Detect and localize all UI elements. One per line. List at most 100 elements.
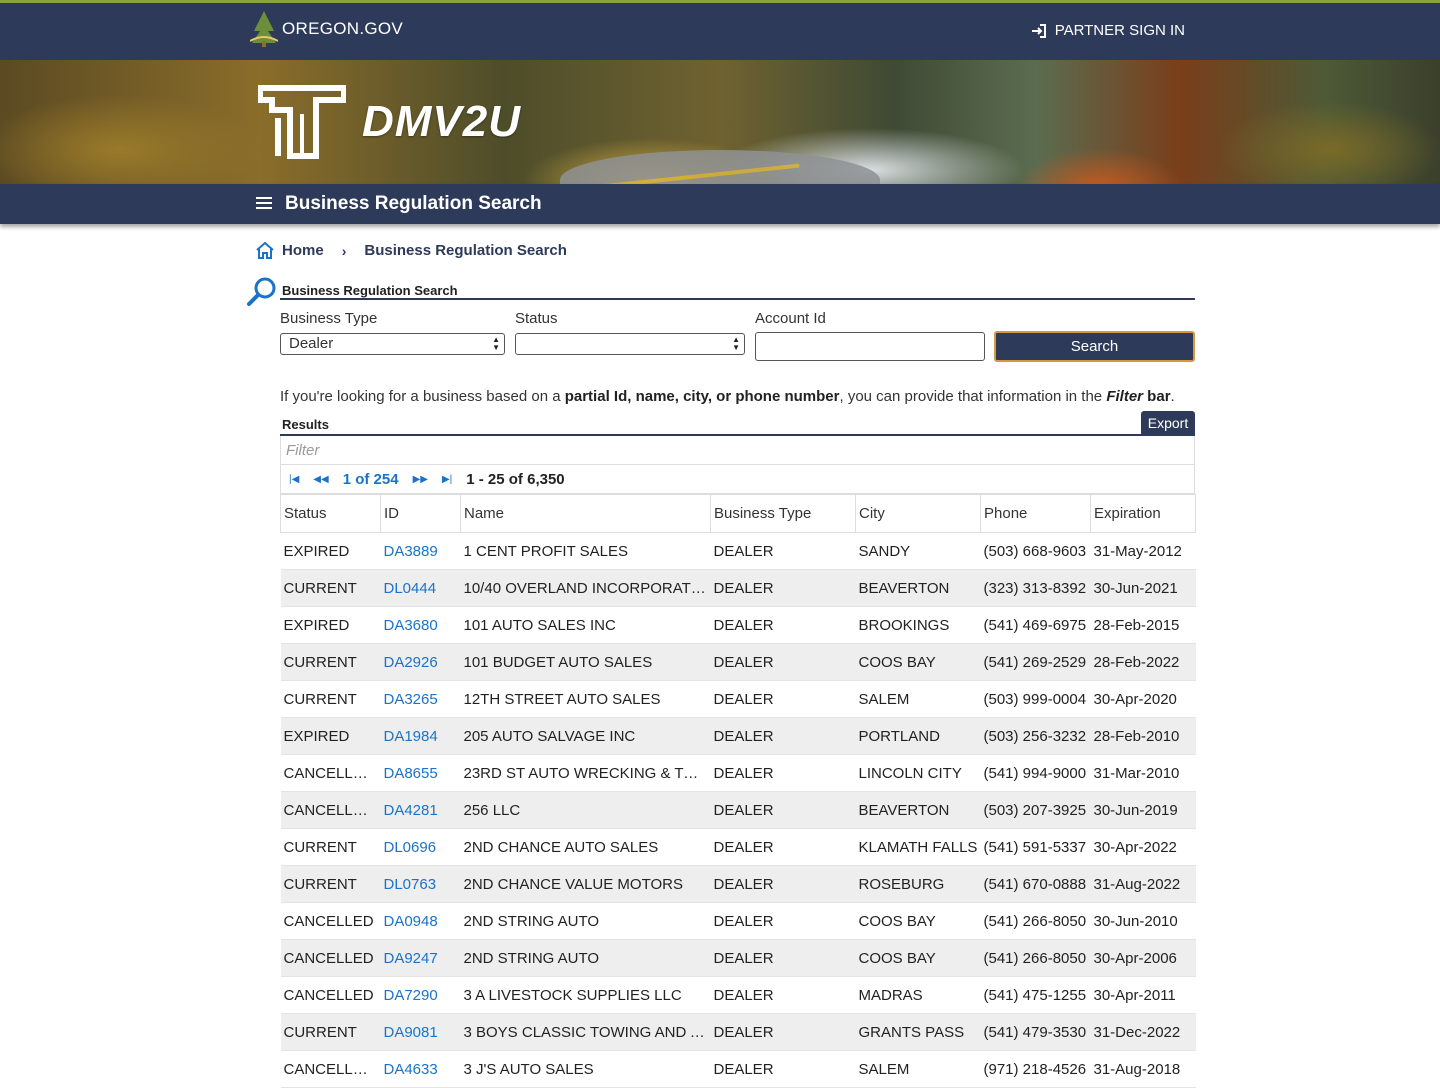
cell-id[interactable]: DA0948	[380, 902, 461, 940]
cell-status: CANCELLED	[280, 902, 381, 940]
cell-phone: (503) 256-3232	[980, 717, 1091, 755]
cell-id[interactable]: DA4281	[380, 791, 461, 829]
search-section-title: Business Regulation Search	[282, 283, 458, 298]
cell-status: CANCELLED-VOLUNTARY	[280, 754, 381, 792]
cell-id[interactable]: DA3265	[380, 680, 461, 718]
cell-expiration: 31-Mar-2010	[1090, 754, 1196, 792]
table-row[interactable]: CANCELLED-VOLUNTARYDA865523RD ST AUTO WR…	[280, 754, 1196, 792]
table-row[interactable]: CURRENT DL0696 2ND CHANCE AUTO SALES DEALER…	[280, 828, 1196, 866]
home-icon[interactable]	[256, 242, 274, 259]
table-row[interactable]: EXPIRED DA3889 1 CENT PROFIT SALES DEALER SA…	[280, 532, 1196, 570]
table-row[interactable]: CANCELLED-VOLUNTARYDA46333 J'S AUTO SALE…	[280, 1050, 1196, 1088]
column-header-city[interactable]: City	[855, 494, 981, 533]
cell-city: COOS BAY	[855, 939, 981, 977]
cell-business-type: DEALER	[710, 902, 856, 940]
banner-road-image	[560, 150, 880, 184]
page-position[interactable]: 1 of 254	[343, 471, 399, 488]
cell-business-type: DEALER	[710, 1013, 856, 1051]
cell-phone: (541) 269-2529	[980, 643, 1091, 681]
cell-id[interactable]: DL0696	[380, 828, 461, 866]
cell-expiration: 30-Apr-2006	[1090, 939, 1196, 977]
table-row[interactable]: CANCELLED DA7290 3 A LIVESTOCK SUPPLIES LL…	[280, 976, 1196, 1014]
app-title: DMV2U	[362, 97, 522, 146]
dmv2u-logo[interactable]: DMV2U	[258, 84, 521, 160]
cell-status: CURRENT	[280, 680, 381, 718]
cell-city: LINCOLN CITY	[855, 754, 981, 792]
previous-page-icon[interactable]: ◀◀	[313, 474, 328, 485]
table-row[interactable]: CURRENT DA2926 101 BUDGET AUTO SALES DEALER…	[280, 643, 1196, 681]
cell-phone: (541) 591-5337	[980, 828, 1091, 866]
cell-id[interactable]: DA9081	[380, 1013, 461, 1051]
sign-in-label: PARTNER SIGN IN	[1054, 22, 1185, 39]
cell-expiration: 31-Aug-2018	[1090, 1050, 1196, 1088]
cell-id[interactable]: DA9247	[380, 939, 461, 977]
cell-expiration: 31-May-2012	[1090, 532, 1196, 570]
partner-sign-in-link[interactable]: PARTNER SIGN IN	[1031, 22, 1185, 39]
column-header-business-type[interactable]: Business Type	[710, 494, 856, 533]
column-header-phone[interactable]: Phone	[980, 494, 1091, 533]
column-header-id[interactable]: ID	[380, 494, 461, 533]
cell-expiration: 30-Apr-2011	[1090, 976, 1196, 1014]
cell-id[interactable]: DA4633	[380, 1050, 461, 1088]
cell-id[interactable]: DA7290	[380, 976, 461, 1014]
cell-phone: (971) 218-4526	[980, 1050, 1091, 1088]
cell-id[interactable]: DA1984	[380, 717, 461, 755]
account-id-input[interactable]	[755, 332, 985, 361]
cell-phone: (503) 999-0004	[980, 680, 1091, 718]
column-header-name[interactable]: Name	[460, 494, 711, 533]
status-select[interactable]: ▲ ▼	[515, 333, 745, 355]
table-row[interactable]: CANCELLED DA9247 2ND STRING AUTO DEALER COOS…	[280, 939, 1196, 977]
export-button[interactable]: Export	[1141, 411, 1195, 435]
cell-id[interactable]: DA2926	[380, 643, 461, 681]
cell-city: KLAMATH FALLS	[855, 828, 981, 866]
chevron-right-icon: ›	[341, 242, 347, 259]
table-row[interactable]: EXPIRED DA3680 101 AUTO SALES INC DEALER BRO…	[280, 606, 1196, 644]
filter-input[interactable]: Filter	[280, 436, 1195, 465]
hint-filter-word: Filter	[1106, 388, 1144, 405]
search-button[interactable]: Search	[994, 331, 1195, 362]
cell-phone: (541) 670-0888	[980, 865, 1091, 903]
business-type-select[interactable]: Dealer ▲ ▼	[280, 333, 505, 355]
cell-city: BROOKINGS	[855, 606, 981, 644]
oregon-gov-logo[interactable]: OREGON.GOV	[250, 11, 403, 47]
cell-status: CURRENT	[280, 569, 381, 607]
first-page-icon[interactable]: |◀	[289, 474, 299, 485]
table-row[interactable]: CANCELLED-VOLUNTARYDA4281256 LLCDEALERBE…	[280, 791, 1196, 829]
table-row[interactable]: CURRENT DA3265 12TH STREET AUTO SALES DEALE…	[280, 680, 1196, 718]
cell-business-type: DEALER	[710, 865, 856, 903]
table-header-row: Status ID Name Business Type City Phone …	[280, 494, 1196, 533]
cell-business-type: DEALER	[710, 828, 856, 866]
cell-status: CANCELLED	[280, 976, 381, 1014]
next-page-icon[interactable]: ▶▶	[413, 474, 428, 485]
cell-phone: (323) 313-8392	[980, 569, 1091, 607]
cell-status: CANCELLED-VOLUNTARY	[280, 791, 381, 829]
breadcrumb-home[interactable]: Home	[282, 242, 324, 259]
table-row[interactable]: CURRENT DL0763 2ND CHANCE VALUE MOTORS DEAL…	[280, 865, 1196, 903]
cell-id[interactable]: DA3680	[380, 606, 461, 644]
results-table-body: EXPIRED DA3889 1 CENT PROFIT SALES DEALER SA…	[280, 532, 1196, 1088]
status-label: Status	[515, 310, 558, 327]
table-row[interactable]: CURRENT DL0444 10/40 OVERLAND INCORPORATED…	[280, 569, 1196, 607]
cell-phone: (503) 207-3925	[980, 791, 1091, 829]
hint-prefix: If you're looking for a business based o…	[280, 388, 565, 405]
cell-id[interactable]: DA3889	[380, 532, 461, 570]
brand-name: OREGON.GOV	[282, 19, 404, 38]
cell-name: 12TH STREET AUTO SALES	[460, 680, 711, 718]
cell-business-type: DEALER	[710, 754, 856, 792]
column-header-expiration[interactable]: Expiration	[1090, 494, 1196, 533]
table-row[interactable]: EXPIRED DA1984 205 AUTO SALVAGE INC DEALER P…	[280, 717, 1196, 755]
results-table: Status ID Name Business Type City Phone …	[280, 494, 1196, 1088]
cell-id[interactable]: DL0763	[380, 865, 461, 903]
last-page-icon[interactable]: ▶|	[442, 474, 452, 485]
cell-phone: (541) 469-6975	[980, 606, 1091, 644]
cell-id[interactable]: DL0444	[380, 569, 461, 607]
cell-phone: (541) 479-3530	[980, 1013, 1091, 1051]
cell-id[interactable]: DA8655	[380, 754, 461, 792]
cell-business-type: DEALER	[710, 1050, 856, 1088]
sign-in-icon	[1031, 23, 1046, 38]
table-row[interactable]: CANCELLED DA0948 2ND STRING AUTO DEALER COOS…	[280, 902, 1196, 940]
table-row[interactable]: CURRENT DA9081 3 BOYS CLASSIC TOWING AND A…	[280, 1013, 1196, 1051]
menu-icon[interactable]	[256, 196, 272, 210]
column-header-status[interactable]: Status	[280, 494, 381, 533]
pagination-bar: |◀ ◀◀ 1 of 254 ▶▶ ▶| 1 - 25 of 6,350	[280, 465, 1195, 494]
